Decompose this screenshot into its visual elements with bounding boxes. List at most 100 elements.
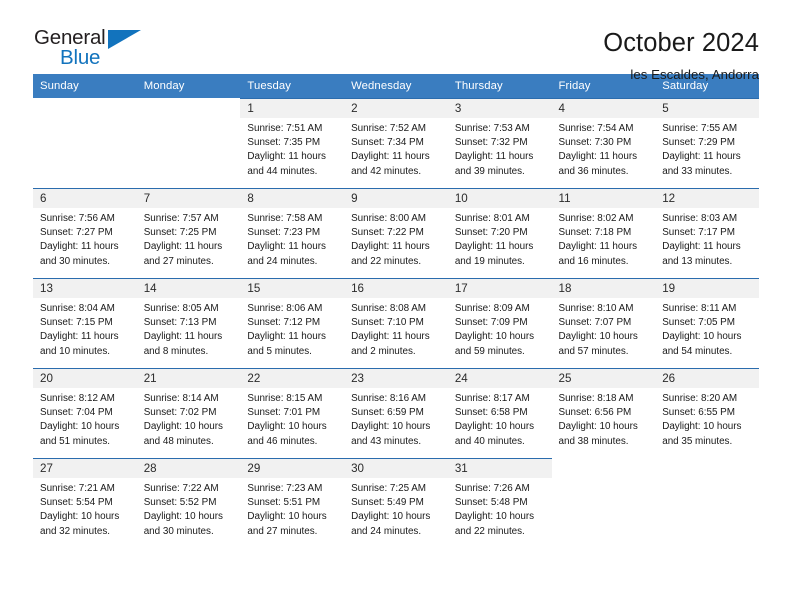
sunset-text: Sunset: 7:29 PM: [662, 137, 735, 149]
day-details: Sunrise: 8:20 AM Sunset: 6:55 PM Daylight:…: [655, 388, 759, 449]
daylight-text-line2: and 59 minutes.: [454, 345, 525, 357]
daylight-text-line1: Daylight: 10 hours: [454, 511, 535, 523]
daylight-text-line1: Daylight: 11 hours: [351, 331, 430, 343]
day-details: Sunrise: 7:55 AM Sunset: 7:29 PM Daylight:…: [655, 118, 759, 179]
daylight-text-line2: and 40 minutes.: [454, 435, 525, 447]
general-blue-logo: General Blue: [34, 27, 149, 74]
sunset-text: Sunset: 7:35 PM: [247, 137, 321, 149]
day-details: Sunrise: 8:09 AM Sunset: 7:09 PM Daylight:…: [448, 298, 552, 359]
day-cell-inner: 26 Sunrise: 8:20 AM Sunset: 6:55 PM Dayligh…: [655, 368, 759, 458]
daylight-text-line1: Daylight: 11 hours: [351, 241, 430, 253]
calendar-empty-cell: [655, 458, 759, 548]
calendar-day-cell[interactable]: 3 Sunrise: 7:53 AM Sunset: 7:32 PM Daylight…: [447, 98, 552, 188]
day-cell-inner: 5 Sunrise: 7:55 AM Sunset: 7:29 PM Daylight…: [655, 98, 759, 188]
calendar-day-cell[interactable]: 6 Sunrise: 7:56 AM Sunset: 7:27 PM Daylight…: [33, 188, 137, 278]
day-cell-inner: [33, 98, 137, 188]
sunrise-text: Sunrise: 8:05 AM: [143, 303, 219, 314]
calendar-day-cell[interactable]: 4 Sunrise: 7:54 AM Sunset: 7:30 PM Daylight…: [551, 98, 656, 188]
calendar-day-cell[interactable]: 27 Sunrise: 7:21 AM Sunset: 5:54 PM Dayligh…: [33, 458, 137, 548]
calendar-day-cell[interactable]: 26 Sunrise: 8:20 AM Sunset: 6:55 PM Dayligh…: [655, 368, 759, 458]
daylight-text-line2: and 27 minutes.: [143, 255, 214, 267]
day-details: Sunrise: 7:53 AM Sunset: 7:32 PM Daylight:…: [448, 118, 552, 179]
daylight-text-line2: and 22 minutes.: [351, 255, 422, 267]
sunrise-text: Sunrise: 7:58 AM: [247, 213, 323, 224]
calendar-day-cell[interactable]: 28 Sunrise: 7:22 AM Sunset: 5:52 PM Dayligh…: [136, 458, 241, 548]
day-cell-inner: 13 Sunrise: 8:04 AM Sunset: 7:15 PM Dayligh…: [33, 278, 137, 368]
calendar-day-cell[interactable]: 10 Sunrise: 8:01 AM Sunset: 7:20 PM Dayligh…: [447, 188, 552, 278]
daylight-text-line2: and 10 minutes.: [40, 345, 110, 357]
calendar-day-cell[interactable]: 30 Sunrise: 7:25 AM Sunset: 5:49 PM Dayligh…: [344, 458, 448, 548]
daylight-text-line1: Daylight: 10 hours: [247, 421, 327, 433]
daylight-text-line1: Daylight: 11 hours: [143, 331, 223, 343]
calendar-body: 1 Sunrise: 7:51 AM Sunset: 7:35 PM Daylight…: [33, 98, 759, 548]
calendar-day-cell[interactable]: 11 Sunrise: 8:02 AM Sunset: 7:18 PM Dayligh…: [551, 188, 656, 278]
page-header: General Blue October 2024 les Escaldes, …: [33, 0, 759, 82]
daylight-text-line1: Daylight: 11 hours: [40, 241, 119, 253]
calendar-day-cell[interactable]: 21 Sunrise: 8:14 AM Sunset: 7:02 PM Dayligh…: [136, 368, 241, 458]
calendar-day-cell[interactable]: 29 Sunrise: 7:23 AM Sunset: 5:51 PM Dayligh…: [240, 458, 345, 548]
daylight-text-line2: and 46 minutes.: [247, 435, 318, 447]
calendar-day-cell[interactable]: 31 Sunrise: 7:26 AM Sunset: 5:48 PM Dayligh…: [447, 458, 552, 548]
sunset-text: Sunset: 7:07 PM: [558, 317, 632, 329]
calendar-day-cell[interactable]: 9 Sunrise: 8:00 AM Sunset: 7:22 PM Daylight…: [344, 188, 448, 278]
day-number: 22: [240, 369, 345, 388]
day-number: 4: [551, 99, 656, 118]
calendar-day-cell[interactable]: 14 Sunrise: 8:05 AM Sunset: 7:13 PM Dayligh…: [136, 278, 241, 368]
day-details: Sunrise: 8:16 AM Sunset: 6:59 PM Daylight:…: [344, 388, 448, 449]
sunset-text: Sunset: 5:51 PM: [247, 497, 321, 509]
day-number: 30: [344, 459, 448, 478]
day-details: Sunrise: 8:01 AM Sunset: 7:20 PM Daylight:…: [448, 208, 552, 269]
calendar-day-cell[interactable]: 25 Sunrise: 8:18 AM Sunset: 6:56 PM Dayligh…: [551, 368, 656, 458]
day-details: Sunrise: 8:14 AM Sunset: 7:02 PM Daylight:…: [137, 388, 241, 449]
daylight-text-line1: Daylight: 10 hours: [454, 331, 535, 343]
sunrise-text: Sunrise: 8:08 AM: [351, 303, 426, 314]
daylight-text-line2: and 30 minutes.: [40, 255, 110, 267]
calendar-day-cell[interactable]: 16 Sunrise: 8:08 AM Sunset: 7:10 PM Dayligh…: [344, 278, 448, 368]
day-details: Sunrise: 7:23 AM Sunset: 5:51 PM Daylight:…: [240, 478, 344, 539]
day-cell-inner: 7 Sunrise: 7:57 AM Sunset: 7:25 PM Daylight…: [136, 188, 241, 278]
calendar-day-cell[interactable]: 2 Sunrise: 7:52 AM Sunset: 7:34 PM Daylight…: [344, 98, 448, 188]
daylight-text-line2: and 38 minutes.: [558, 435, 629, 447]
day-number: 18: [551, 279, 656, 298]
sunrise-text: Sunrise: 8:18 AM: [558, 393, 634, 404]
calendar-day-cell[interactable]: 1 Sunrise: 7:51 AM Sunset: 7:35 PM Daylight…: [240, 98, 345, 188]
sunset-text: Sunset: 7:27 PM: [40, 227, 113, 239]
sunrise-text: Sunrise: 7:52 AM: [351, 123, 426, 134]
calendar-day-cell[interactable]: 13 Sunrise: 8:04 AM Sunset: 7:15 PM Dayligh…: [33, 278, 137, 368]
calendar-day-cell[interactable]: 7 Sunrise: 7:57 AM Sunset: 7:25 PM Daylight…: [136, 188, 241, 278]
calendar-day-cell[interactable]: 24 Sunrise: 8:17 AM Sunset: 6:58 PM Dayligh…: [447, 368, 552, 458]
calendar-day-cell[interactable]: 19 Sunrise: 8:11 AM Sunset: 7:05 PM Dayligh…: [655, 278, 759, 368]
sunset-text: Sunset: 7:32 PM: [454, 137, 528, 149]
sunrise-text: Sunrise: 7:55 AM: [662, 123, 738, 134]
calendar-day-cell[interactable]: 17 Sunrise: 8:09 AM Sunset: 7:09 PM Dayligh…: [447, 278, 552, 368]
calendar-day-cell[interactable]: 12 Sunrise: 8:03 AM Sunset: 7:17 PM Dayligh…: [655, 188, 759, 278]
day-cell-inner: 23 Sunrise: 8:16 AM Sunset: 6:59 PM Dayligh…: [344, 368, 448, 458]
sunrise-text: Sunrise: 8:11 AM: [662, 303, 737, 314]
calendar-day-cell[interactable]: 5 Sunrise: 7:55 AM Sunset: 7:29 PM Daylight…: [655, 98, 759, 188]
sunrise-text: Sunrise: 7:22 AM: [143, 483, 219, 494]
day-cell-inner: 11 Sunrise: 8:02 AM Sunset: 7:18 PM Dayligh…: [551, 188, 656, 278]
calendar-day-cell[interactable]: 18 Sunrise: 8:10 AM Sunset: 7:07 PM Dayligh…: [551, 278, 656, 368]
day-details: Sunrise: 8:05 AM Sunset: 7:13 PM Daylight:…: [137, 298, 241, 359]
sunrise-text: Sunrise: 8:16 AM: [351, 393, 426, 404]
sunset-text: Sunset: 6:58 PM: [454, 407, 528, 419]
day-details: Sunrise: 8:15 AM Sunset: 7:01 PM Daylight:…: [240, 388, 344, 449]
calendar-day-cell[interactable]: 8 Sunrise: 7:58 AM Sunset: 7:23 PM Daylight…: [240, 188, 345, 278]
day-number: 14: [136, 279, 241, 298]
day-cell-inner: [655, 458, 759, 548]
daylight-text-line1: Daylight: 11 hours: [454, 151, 534, 163]
title-block: October 2024 les Escaldes, Andorra: [603, 28, 759, 82]
calendar-day-cell[interactable]: 15 Sunrise: 8:06 AM Sunset: 7:12 PM Dayligh…: [240, 278, 345, 368]
day-number: 28: [136, 459, 241, 478]
sunrise-text: Sunrise: 8:03 AM: [662, 213, 738, 224]
daylight-text-line2: and 27 minutes.: [247, 525, 318, 537]
day-cell-inner: 24 Sunrise: 8:17 AM Sunset: 6:58 PM Dayligh…: [447, 368, 552, 458]
daylight-text-line1: Daylight: 11 hours: [40, 331, 119, 343]
calendar-day-cell[interactable]: 23 Sunrise: 8:16 AM Sunset: 6:59 PM Dayligh…: [344, 368, 448, 458]
day-number: 16: [344, 279, 448, 298]
day-details: Sunrise: 8:02 AM Sunset: 7:18 PM Daylight:…: [552, 208, 656, 269]
day-cell-inner: 17 Sunrise: 8:09 AM Sunset: 7:09 PM Dayligh…: [447, 278, 552, 368]
calendar-day-cell[interactable]: 22 Sunrise: 8:15 AM Sunset: 7:01 PM Dayligh…: [240, 368, 345, 458]
day-number: 13: [33, 279, 137, 298]
calendar-day-cell[interactable]: 20 Sunrise: 8:12 AM Sunset: 7:04 PM Dayligh…: [33, 368, 137, 458]
